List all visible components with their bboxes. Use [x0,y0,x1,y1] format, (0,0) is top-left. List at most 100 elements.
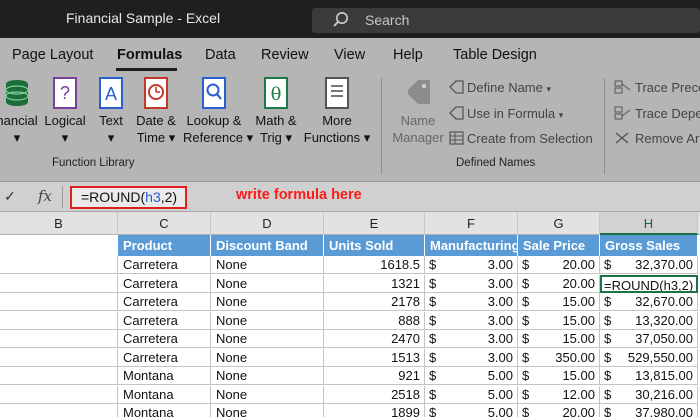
column-header-g[interactable]: G [518,212,600,235]
cell-mfg[interactable]: $5.00 [425,404,518,417]
search-box[interactable]: Search [312,8,700,33]
cell-discount[interactable]: None [211,293,324,311]
tab-formulas[interactable]: Formulas [117,47,182,63]
cell-blank[interactable] [0,293,118,311]
active-cell[interactable]: =ROUND(h3,2) [600,274,698,293]
cell-blank[interactable] [0,274,118,293]
cell-gross[interactable]: $13,815.00 [600,367,698,385]
cell-discount[interactable]: None [211,348,324,367]
cell-product[interactable]: Carretera [118,293,211,311]
cell-discount[interactable]: None [211,256,324,274]
cell-product[interactable]: Montana [118,404,211,417]
tab-data[interactable]: Data [205,47,236,63]
tab-help[interactable]: Help [393,47,423,63]
cell-units[interactable]: 888 [324,311,425,330]
cell-discount[interactable]: None [211,330,324,348]
define-name-button[interactable]: Define Name ▾ [449,80,551,97]
remove-arrows-button[interactable]: Remove Ar [614,131,699,148]
cell-gross[interactable]: $30,216.00 [600,385,698,404]
cell-units[interactable]: 1513 [324,348,425,367]
cell-mfg[interactable]: $3.00 [425,274,518,293]
cell-product[interactable]: Montana [118,367,211,385]
cell-mfg[interactable]: $3.00 [425,348,518,367]
column-header-e[interactable]: E [324,212,425,235]
lookup-reference-button[interactable]: Lookup & Reference ▾ [183,76,253,146]
cell-mfg[interactable]: $5.00 [425,367,518,385]
column-header-f[interactable]: F [425,212,518,235]
tab-page-layout[interactable]: Page Layout [12,47,93,63]
column-header-h[interactable]: H [600,212,698,235]
cell-product[interactable]: Carretera [118,348,211,367]
logical-button[interactable]: ? Logical ▾ [42,76,88,146]
cell-units[interactable]: 1899 [324,404,425,417]
cell-product[interactable]: Carretera [118,330,211,348]
cell-gross[interactable]: $37,050.00 [600,330,698,348]
column-header-c[interactable]: C [118,212,211,235]
cell-gross[interactable]: $37,980.00 [600,404,698,417]
cell-units[interactable]: 1618.5 [324,256,425,274]
cell-price[interactable]: $20.00 [518,404,600,417]
cell-gross[interactable]: $529,550.00 [600,348,698,367]
cell-discount[interactable]: None [211,367,324,385]
insert-function-icon[interactable]: fx [38,187,52,205]
header-discount-band[interactable]: Discount Band [211,235,324,256]
cell-discount[interactable]: None [211,311,324,330]
header-sale-price[interactable]: Sale Price [518,235,600,256]
cell-price[interactable]: $20.00 [518,256,600,274]
cell-blank[interactable] [0,330,118,348]
cell-gross[interactable]: $13,320.00 [600,311,698,330]
cell-mfg[interactable]: $3.00 [425,256,518,274]
cell-price[interactable]: $350.00 [518,348,600,367]
cell-product[interactable]: Carretera [118,256,211,274]
cell-blank[interactable] [0,385,118,404]
cell-blank[interactable] [0,348,118,367]
financial-button[interactable]: nancial ▾ [0,76,38,146]
header-gross-sales[interactable]: Gross Sales [600,235,698,256]
cell-price[interactable]: $15.00 [518,311,600,330]
cell-price[interactable]: $15.00 [518,367,600,385]
column-header-d[interactable]: D [211,212,324,235]
cell-mfg[interactable]: $3.00 [425,293,518,311]
tab-review[interactable]: Review [261,47,309,63]
cell-units[interactable]: 2470 [324,330,425,348]
cell-blank[interactable] [0,367,118,385]
cell-price[interactable]: $15.00 [518,330,600,348]
tab-table-design[interactable]: Table Design [453,47,537,63]
more-functions-button[interactable]: More Functions ▾ [303,76,371,146]
cell-mfg[interactable]: $3.00 [425,330,518,348]
cell-price[interactable]: $12.00 [518,385,600,404]
cell-price[interactable]: $15.00 [518,293,600,311]
column-header-b[interactable]: B [0,212,118,235]
name-manager-button[interactable]: Name Manager [391,76,445,146]
cell-gross[interactable]: $32,670.00 [600,293,698,311]
cell-mfg[interactable]: $3.00 [425,311,518,330]
enter-check-icon[interactable]: ✓ [4,188,16,205]
math-trig-button[interactable]: θ Math & Trig ▾ [252,76,300,146]
header-units-sold[interactable]: Units Sold [324,235,425,256]
header-product[interactable]: Product [118,235,211,256]
cell-price[interactable]: $20.00 [518,274,600,293]
cell-units[interactable]: 2518 [324,385,425,404]
cell-units[interactable]: 921 [324,367,425,385]
create-from-selection-button[interactable]: Create from Selection [449,131,593,148]
worksheet-grid[interactable]: B C D E F G H Product Discount Band Unit… [0,212,700,417]
cell-product[interactable]: Montana [118,385,211,404]
cell-blank[interactable] [0,311,118,330]
text-button[interactable]: A Text ▾ [95,76,127,146]
cell-units[interactable]: 1321 [324,274,425,293]
cell-blank[interactable] [0,256,118,274]
cell-discount[interactable]: None [211,274,324,293]
cell-blank[interactable] [0,404,118,417]
trace-precedents-button[interactable]: Trace Prece [614,80,700,97]
cell-gross[interactable]: $32,370.00 [600,256,698,274]
cell-product[interactable]: Carretera [118,311,211,330]
cell-discount[interactable]: None [211,385,324,404]
header-manufacturing[interactable]: Manufacturing [425,235,518,256]
trace-dependents-button[interactable]: Trace Depe [614,106,700,123]
tab-view[interactable]: View [334,47,365,63]
date-time-button[interactable]: Date & Time ▾ [133,76,179,146]
cell-units[interactable]: 2178 [324,293,425,311]
cell-mfg[interactable]: $5.00 [425,385,518,404]
use-in-formula-button[interactable]: Use in Formula ▾ [449,106,563,123]
formula-input[interactable]: =ROUND(h3,2) [70,186,187,209]
